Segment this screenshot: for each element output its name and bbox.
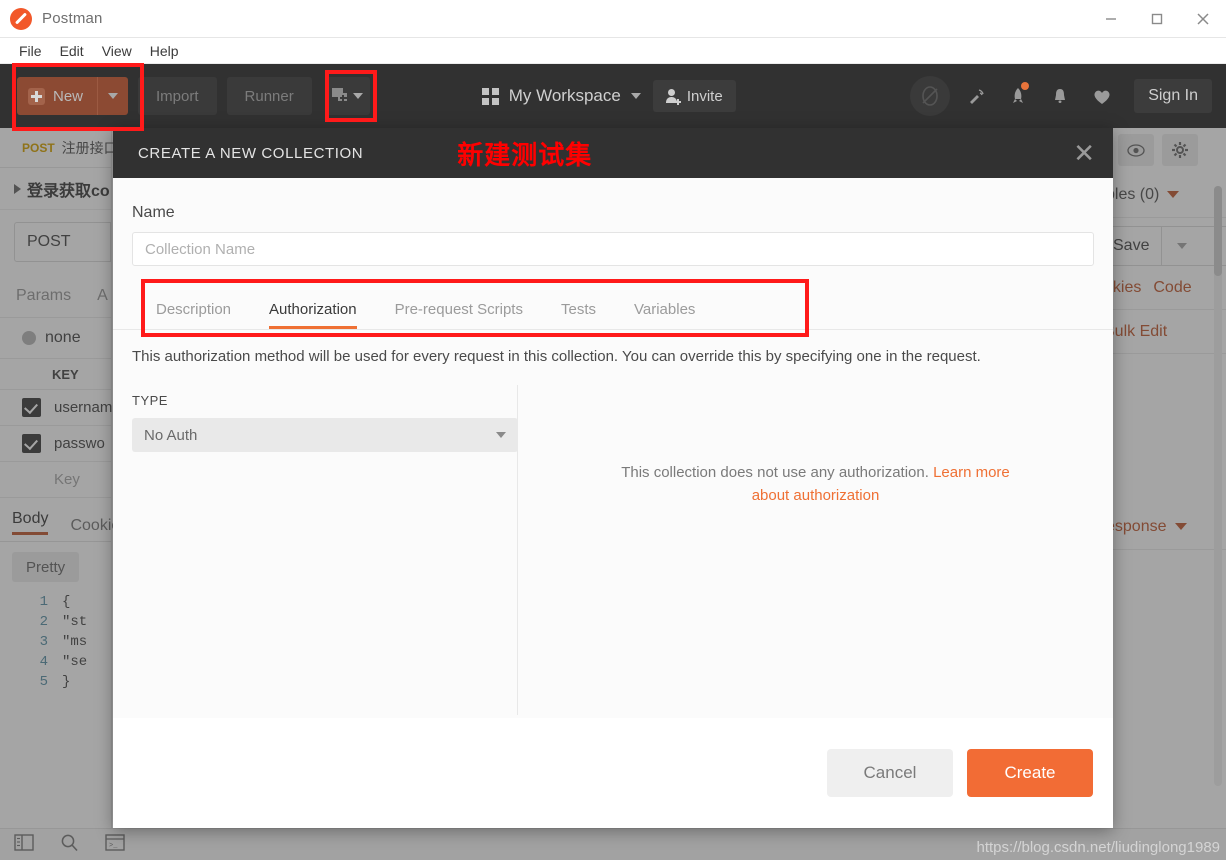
modal-header: CREATE A NEW COLLECTION 新建测试集 ✕ [113, 128, 1113, 178]
authorization-note-column: This collection does not use any authori… [518, 385, 1113, 715]
runner-button[interactable]: Runner [227, 77, 312, 115]
window-controls [1088, 0, 1226, 38]
modal-footer: Cancel Create [113, 718, 1113, 828]
new-button-main[interactable]: New [17, 77, 98, 115]
caret-down-icon [496, 432, 506, 438]
grid-icon [482, 88, 499, 105]
minimize-icon[interactable] [1088, 0, 1134, 38]
close-icon[interactable] [1180, 0, 1226, 38]
toolbar-right-icons: Sign In [910, 76, 1212, 116]
create-button[interactable]: Create [967, 749, 1093, 797]
postman-logo-icon [10, 8, 32, 30]
no-auth-note: This collection does not use any authori… [601, 461, 1031, 508]
chevron-down-icon [631, 93, 641, 99]
menu-view[interactable]: View [93, 40, 141, 62]
no-auth-note-text: This collection does not use any authori… [621, 464, 933, 481]
heart-icon[interactable] [1086, 79, 1118, 113]
postman-window: Postman File Edit View Help New [0, 0, 1226, 860]
main-toolbar: New Import Runner My Workspace Invite [0, 64, 1226, 128]
chevron-down-icon [353, 93, 363, 99]
plus-icon [28, 88, 45, 105]
menu-help[interactable]: Help [141, 40, 188, 62]
annotation-text: 新建测试集 [457, 135, 592, 172]
close-icon[interactable]: ✕ [1073, 140, 1095, 166]
tab-description[interactable]: Description [132, 301, 250, 329]
workspace-name: My Workspace [509, 86, 621, 106]
bell-icon[interactable] [1044, 79, 1076, 113]
authorization-type-column: TYPE No Auth [113, 385, 518, 715]
chevron-down-icon [108, 93, 118, 99]
new-button-dropdown[interactable] [98, 77, 128, 115]
watermark: https://blog.csdn.net/liudinglong1989 [976, 839, 1220, 856]
auth-type-select[interactable]: No Auth [132, 418, 518, 452]
person-add-icon [666, 89, 680, 104]
tab-variables[interactable]: Variables [615, 301, 714, 329]
new-collection-icon [332, 88, 350, 104]
menu-file[interactable]: File [10, 40, 51, 62]
name-label: Name [113, 178, 1113, 232]
rocket-icon[interactable] [1002, 79, 1034, 113]
broadcast-icon[interactable] [960, 79, 992, 113]
invite-button[interactable]: Invite [653, 80, 736, 112]
authorization-panel: TYPE No Auth This collection does not us… [113, 385, 1113, 715]
workspace-selector[interactable]: My Workspace [482, 86, 641, 106]
type-label: TYPE [132, 393, 517, 408]
sign-in-button[interactable]: Sign In [1134, 79, 1212, 113]
tab-tests[interactable]: Tests [542, 301, 615, 329]
new-collection-button[interactable] [326, 77, 370, 115]
authorization-description: This authorization method will be used f… [113, 330, 1113, 365]
maximize-icon[interactable] [1134, 0, 1180, 38]
sync-disabled-icon[interactable] [910, 76, 950, 116]
app-title: Postman [42, 10, 103, 27]
menu-bar: File Edit View Help [0, 38, 1226, 64]
title-bar: Postman [0, 0, 1226, 38]
tab-pre-request-scripts[interactable]: Pre-request Scripts [376, 301, 542, 329]
import-button[interactable]: Import [138, 77, 217, 115]
cancel-button[interactable]: Cancel [827, 749, 953, 797]
invite-label: Invite [687, 88, 723, 105]
modal-tabs: Description Authorization Pre-request Sc… [113, 286, 1113, 330]
tab-authorization[interactable]: Authorization [250, 301, 376, 329]
new-button-label: New [53, 88, 83, 105]
modal-title: CREATE A NEW COLLECTION [138, 145, 363, 162]
modal-body: Name Collection Name Description Authori… [113, 178, 1113, 718]
auth-type-value: No Auth [144, 427, 197, 444]
create-collection-modal: CREATE A NEW COLLECTION 新建测试集 ✕ Name Col… [113, 128, 1113, 828]
new-button[interactable]: New [17, 77, 128, 115]
collection-name-input[interactable]: Collection Name [132, 232, 1094, 266]
menu-edit[interactable]: Edit [51, 40, 93, 62]
